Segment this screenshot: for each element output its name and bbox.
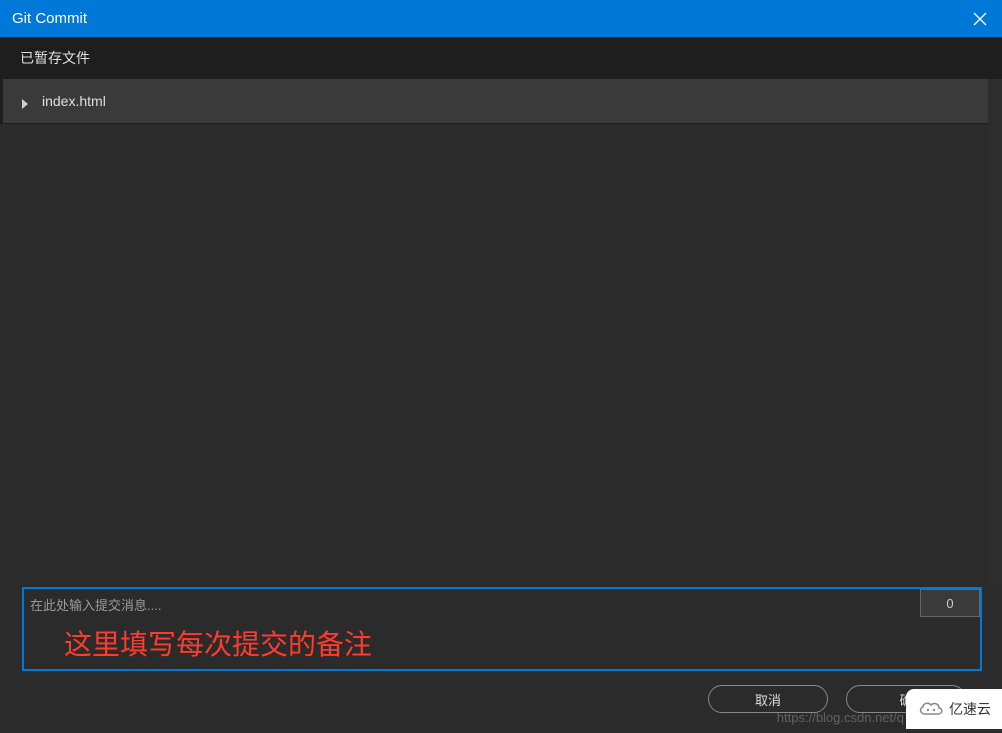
file-list: index.html (0, 79, 1002, 123)
commit-panel: 0 这里填写每次提交的备注 取消 确 (0, 583, 1002, 733)
titlebar: Git Commit (0, 0, 1002, 37)
close-button[interactable] (957, 0, 1002, 37)
scrollbar-vertical[interactable] (988, 79, 1002, 589)
file-row[interactable]: index.html (3, 79, 995, 123)
file-name: index.html (42, 93, 106, 109)
char-count-badge: 0 (920, 589, 980, 617)
staged-files-header: 已暂存文件 (0, 37, 1002, 79)
staged-files-label: 已暂存文件 (20, 48, 90, 68)
watermark-brand: 亿速云 (949, 699, 991, 719)
cancel-button-label: 取消 (755, 690, 781, 709)
diff-area (0, 124, 988, 583)
window-title: Git Commit (12, 10, 87, 27)
annotation-text: 这里填写每次提交的备注 (24, 619, 980, 663)
cancel-button[interactable]: 取消 (708, 685, 828, 713)
commit-message-input[interactable] (24, 589, 920, 619)
chevron-right-icon (20, 96, 30, 106)
commit-input-container: 0 这里填写每次提交的备注 (22, 587, 982, 671)
close-icon (973, 12, 987, 26)
cloud-icon (917, 700, 945, 718)
watermark-logo: 亿速云 (906, 689, 1002, 729)
